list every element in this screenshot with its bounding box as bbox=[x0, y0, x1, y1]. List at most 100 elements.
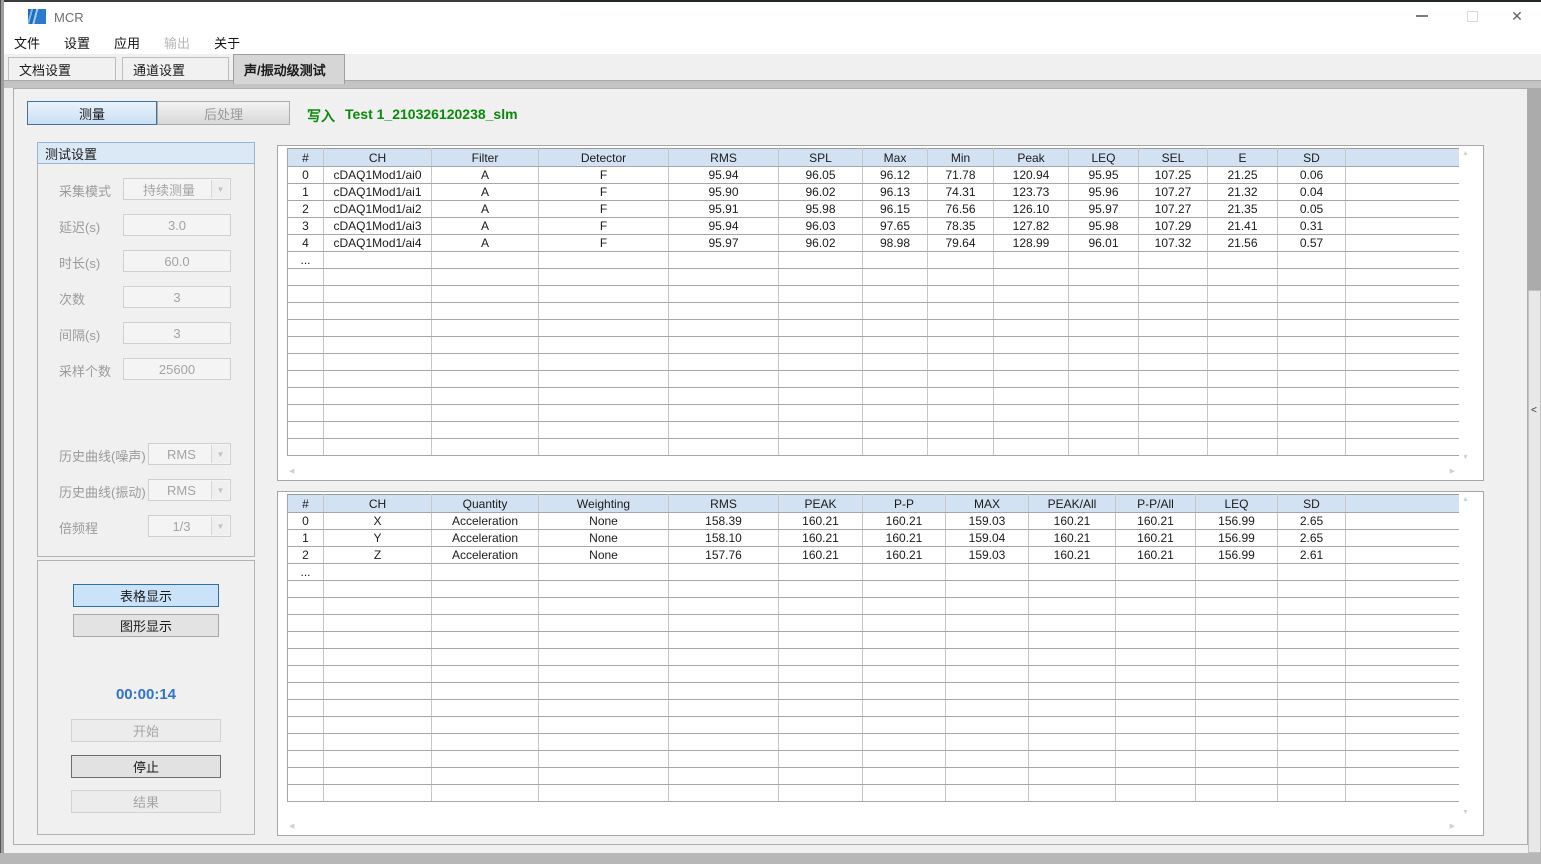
cell[interactable]: 96.02 bbox=[779, 235, 863, 252]
tab-channel-settings[interactable]: 通道设置 bbox=[122, 57, 229, 80]
cell[interactable]: 120.94 bbox=[994, 167, 1069, 184]
cell[interactable]: 0.06 bbox=[1278, 167, 1346, 184]
cell[interactable]: 107.32 bbox=[1139, 235, 1208, 252]
cell[interactable]: 78.35 bbox=[928, 218, 994, 235]
cell[interactable]: 160.21 bbox=[1116, 530, 1196, 547]
cell[interactable]: 3 bbox=[288, 218, 324, 235]
cell[interactable]: 156.99 bbox=[1196, 513, 1278, 530]
cell[interactable]: A bbox=[432, 184, 539, 201]
cell[interactable]: 2.65 bbox=[1278, 530, 1346, 547]
cell[interactable]: 21.41 bbox=[1208, 218, 1278, 235]
cell[interactable]: 96.15 bbox=[863, 201, 928, 218]
cell[interactable]: 159.03 bbox=[946, 547, 1029, 564]
cell[interactable]: 74.31 bbox=[928, 184, 994, 201]
cell[interactable]: 123.73 bbox=[994, 184, 1069, 201]
table-row[interactable]: 1YAccelerationNone158.10160.21160.21159.… bbox=[288, 530, 1462, 547]
stop-button[interactable]: 停止 bbox=[71, 755, 221, 778]
cell[interactable]: 0.04 bbox=[1278, 184, 1346, 201]
cell[interactable]: F bbox=[539, 218, 669, 235]
cell[interactable] bbox=[1346, 547, 1462, 564]
cell[interactable]: Y bbox=[324, 530, 432, 547]
cell[interactable]: 160.21 bbox=[1116, 513, 1196, 530]
cell[interactable]: 71.78 bbox=[928, 167, 994, 184]
cell[interactable]: cDAQ1Mod1/ai2 bbox=[324, 201, 432, 218]
cell[interactable]: Acceleration bbox=[432, 513, 539, 530]
cell[interactable]: cDAQ1Mod1/ai0 bbox=[324, 167, 432, 184]
menu-item-about[interactable]: 关于 bbox=[214, 33, 240, 52]
cell[interactable]: X bbox=[324, 513, 432, 530]
cell[interactable]: 0 bbox=[288, 513, 324, 530]
cell[interactable]: 160.21 bbox=[1116, 547, 1196, 564]
menu-item-file[interactable]: 文件 bbox=[14, 33, 40, 52]
cell[interactable]: F bbox=[539, 167, 669, 184]
cell[interactable] bbox=[1346, 167, 1462, 184]
cell[interactable]: 2 bbox=[288, 547, 324, 564]
cell[interactable]: 107.27 bbox=[1139, 201, 1208, 218]
cell[interactable] bbox=[1346, 530, 1462, 547]
cell[interactable]: 95.94 bbox=[669, 218, 779, 235]
cell[interactable]: 128.99 bbox=[994, 235, 1069, 252]
table-row[interactable]: 3cDAQ1Mod1/ai3AF95.9496.0397.6578.35127.… bbox=[288, 218, 1462, 235]
sample-count-input[interactable]: 25600 bbox=[123, 358, 231, 380]
cell[interactable]: F bbox=[539, 235, 669, 252]
horizontal-scrollbar[interactable]: ◀ ▶ bbox=[287, 819, 1457, 832]
cell[interactable]: 95.91 bbox=[669, 201, 779, 218]
cell[interactable] bbox=[1346, 184, 1462, 201]
cell[interactable]: A bbox=[432, 167, 539, 184]
cell[interactable]: 97.65 bbox=[863, 218, 928, 235]
cell[interactable]: 98.98 bbox=[863, 235, 928, 252]
duration-input[interactable]: 60.0 bbox=[123, 250, 231, 272]
cell[interactable]: 160.21 bbox=[863, 513, 946, 530]
cell[interactable]: 160.21 bbox=[779, 547, 863, 564]
cell[interactable]: 160.21 bbox=[1029, 513, 1116, 530]
cell[interactable]: 2 bbox=[288, 201, 324, 218]
cell[interactable]: 21.25 bbox=[1208, 167, 1278, 184]
cell[interactable]: 95.90 bbox=[669, 184, 779, 201]
cell[interactable]: 1 bbox=[288, 184, 324, 201]
cell[interactable]: cDAQ1Mod1/ai1 bbox=[324, 184, 432, 201]
table-row[interactable]: 2ZAccelerationNone157.76160.21160.21159.… bbox=[288, 547, 1462, 564]
cell[interactable]: 0.57 bbox=[1278, 235, 1346, 252]
scroll-up-icon[interactable]: ▲ bbox=[1462, 150, 1469, 157]
cell[interactable]: cDAQ1Mod1/ai3 bbox=[324, 218, 432, 235]
graph-display-button[interactable]: 图形显示 bbox=[73, 614, 219, 637]
cell[interactable]: 95.98 bbox=[1069, 218, 1139, 235]
cell[interactable]: Acceleration bbox=[432, 530, 539, 547]
scroll-down-icon[interactable]: ▼ bbox=[1462, 809, 1469, 816]
cell[interactable]: A bbox=[432, 218, 539, 235]
cell[interactable]: 126.10 bbox=[994, 201, 1069, 218]
cell[interactable]: 96.13 bbox=[863, 184, 928, 201]
cell[interactable]: 4 bbox=[288, 235, 324, 252]
cell[interactable]: 0.05 bbox=[1278, 201, 1346, 218]
vertical-scrollbar[interactable]: ▲ ▼ bbox=[1459, 494, 1472, 818]
cell[interactable]: 21.32 bbox=[1208, 184, 1278, 201]
menu-item-application[interactable]: 应用 bbox=[114, 33, 140, 52]
cell[interactable]: 158.10 bbox=[669, 530, 779, 547]
cell[interactable]: 2.61 bbox=[1278, 547, 1346, 564]
octave-dropdown[interactable]: 1/3 ▼ bbox=[148, 515, 231, 537]
delay-input[interactable]: 3.0 bbox=[123, 214, 231, 236]
collapse-panel-button[interactable] bbox=[1528, 290, 1541, 853]
cell[interactable]: 96.05 bbox=[779, 167, 863, 184]
cell[interactable]: 160.21 bbox=[779, 513, 863, 530]
cell[interactable]: Z bbox=[324, 547, 432, 564]
cell[interactable]: None bbox=[539, 547, 669, 564]
interval-input[interactable]: 3 bbox=[123, 322, 231, 344]
cell[interactable]: 158.39 bbox=[669, 513, 779, 530]
cell[interactable]: 160.21 bbox=[1029, 530, 1116, 547]
cell[interactable]: 0.31 bbox=[1278, 218, 1346, 235]
tab-sound-vibration-test[interactable]: 声/振动级测试 bbox=[233, 54, 345, 84]
cell[interactable]: 95.98 bbox=[779, 201, 863, 218]
cell[interactable]: None bbox=[539, 530, 669, 547]
cell[interactable]: 156.99 bbox=[1196, 530, 1278, 547]
cell[interactable]: 159.04 bbox=[946, 530, 1029, 547]
cell[interactable]: 107.29 bbox=[1139, 218, 1208, 235]
scroll-left-icon[interactable]: ◀ bbox=[289, 467, 294, 475]
cell[interactable]: 2.65 bbox=[1278, 513, 1346, 530]
cell[interactable]: 160.21 bbox=[863, 530, 946, 547]
cell[interactable]: A bbox=[432, 235, 539, 252]
scroll-down-icon[interactable]: ▼ bbox=[1462, 454, 1469, 461]
cell[interactable]: 157.76 bbox=[669, 547, 779, 564]
cell[interactable]: 96.01 bbox=[1069, 235, 1139, 252]
scroll-right-icon[interactable]: ▶ bbox=[1450, 467, 1455, 475]
